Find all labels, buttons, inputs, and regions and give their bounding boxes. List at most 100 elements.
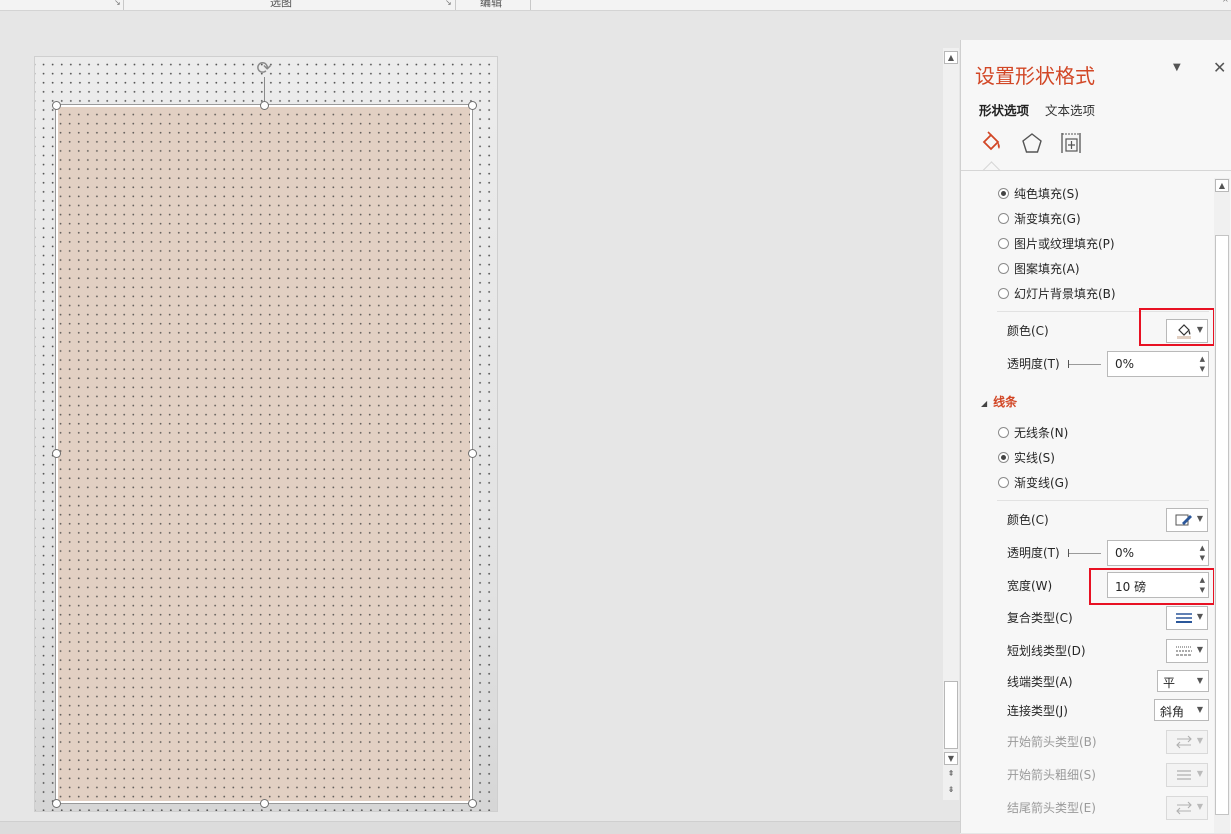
cap-type-select[interactable]: 平 ▼ [1157, 670, 1209, 692]
dash-type-label: 短划线类型(D) [1007, 644, 1086, 658]
arrow-size-icon [1177, 770, 1191, 780]
slide-vertical-scrollbar[interactable]: ▲ ▼ ⇞ ⇟ [943, 48, 959, 800]
fill-line-icon[interactable] [979, 131, 1003, 155]
ribbon-divider [530, 0, 531, 10]
status-bar-edge [0, 821, 960, 834]
begin-arrow-type-picker[interactable]: ▼ [1166, 730, 1208, 754]
spin-down-icon[interactable]: ▼ [1200, 365, 1205, 373]
close-icon[interactable]: ✕ [1213, 58, 1226, 77]
radio-icon[interactable] [998, 288, 1009, 299]
size-properties-icon[interactable] [1059, 131, 1083, 155]
radio-checked-icon[interactable] [998, 452, 1009, 463]
group-launcher-icon[interactable]: ↘ [114, 0, 121, 7]
chevron-down-icon: ▼ [1196, 802, 1203, 811]
cap-type-label: 线端类型(A) [1007, 675, 1073, 689]
radio-icon[interactable] [998, 238, 1009, 249]
radio-checked-icon[interactable] [998, 188, 1009, 199]
compound-type-picker[interactable]: ▼ [1166, 606, 1208, 630]
task-pane-options-icon[interactable]: ▼ [1173, 62, 1181, 73]
radio-solid-line[interactable]: 实线(S) [998, 449, 1055, 467]
line-width-label: 宽度(W) [1007, 579, 1053, 593]
fill-transparency-input[interactable]: 0% ▲ ▼ [1107, 351, 1209, 377]
pen-icon [1175, 514, 1192, 526]
rotate-handle-icon[interactable]: ⟳ [254, 59, 274, 79]
collapse-ribbon-icon[interactable]: ^ [1222, 0, 1229, 7]
radio-label: 图片或纹理填充(P) [1014, 237, 1115, 251]
next-slide-icon[interactable]: ⇟ [944, 784, 958, 797]
category-divider [961, 170, 1231, 171]
transparency-slider[interactable] [1069, 364, 1101, 365]
spin-up-icon[interactable]: ▲ [1200, 544, 1205, 552]
pane-vertical-scrollbar[interactable]: ▲ [1214, 178, 1230, 833]
radio-label: 无线条(N) [1014, 426, 1069, 440]
effects-pentagon-icon[interactable] [1020, 131, 1044, 155]
pane-title: 设置形状格式 [975, 64, 1095, 88]
selected-rectangle-shape[interactable] [55, 104, 473, 804]
ribbon-strip: ↘ 选图 ↘ 编辑 ^ [0, 0, 1231, 11]
line-transparency-label: 透明度(T) [1007, 546, 1060, 560]
radio-label: 幻灯片背景填充(B) [1014, 287, 1116, 301]
radio-icon[interactable] [998, 477, 1009, 488]
resize-handle-top-right[interactable] [468, 101, 477, 110]
line-color-label: 颜色(C) [1007, 513, 1049, 527]
radio-icon[interactable] [998, 427, 1009, 438]
tab-text-options[interactable]: 文本选项 [1045, 100, 1095, 119]
resize-handle-bottom-left[interactable] [52, 799, 61, 808]
radio-solid-fill[interactable]: 纯色填充(S) [998, 185, 1079, 203]
join-type-label: 连接类型(J) [1007, 704, 1068, 718]
previous-slide-icon[interactable]: ⇞ [944, 768, 958, 781]
slide-editing-area: ⟳ [0, 11, 940, 821]
end-arrow-type-picker[interactable]: ▼ [1166, 796, 1208, 820]
spin-up-icon[interactable]: ▲ [1200, 355, 1205, 363]
scroll-up-icon[interactable]: ▲ [944, 51, 958, 64]
highlight-box [1089, 568, 1215, 605]
resize-handle-bottom[interactable] [260, 799, 269, 808]
radio-pattern-fill[interactable]: 图案填充(A) [998, 260, 1080, 278]
ribbon-group-label-select: 选图 [270, 0, 292, 9]
resize-handle-right[interactable] [468, 449, 477, 458]
dash-type-picker[interactable]: ▼ [1166, 639, 1208, 663]
chevron-down-icon: ▼ [1196, 514, 1203, 523]
grid-dots [58, 107, 470, 801]
radio-label: 图案填充(A) [1014, 262, 1080, 276]
scroll-down-icon[interactable]: ▼ [944, 752, 958, 765]
radio-label: 渐变填充(G) [1014, 212, 1081, 226]
ribbon-divider [455, 0, 456, 10]
ribbon-group-label-edit: 编辑 [480, 0, 502, 9]
line-color-picker[interactable]: ▼ [1166, 508, 1208, 532]
chevron-down-icon: ▼ [1196, 676, 1203, 685]
format-shape-pane: 设置形状格式 ▼ ✕ 形状选项 文本选项 纯色填充(S) 渐变填充(G) 图片或… [960, 40, 1231, 833]
line-transparency-input[interactable]: 0% ▲ ▼ [1107, 540, 1209, 566]
resize-handle-left[interactable] [52, 449, 61, 458]
collapse-triangle-icon: ◢ [981, 399, 988, 408]
join-type-select[interactable]: 斜角 ▼ [1154, 699, 1209, 721]
spin-value: 0% [1115, 546, 1135, 560]
spin-down-icon[interactable]: ▼ [1200, 554, 1205, 562]
radio-slide-background-fill[interactable]: 幻灯片背景填充(B) [998, 285, 1116, 303]
arrow-types-icon [1176, 801, 1192, 815]
begin-arrow-type-label: 开始箭头类型(B) [1007, 735, 1097, 749]
radio-icon[interactable] [998, 213, 1009, 224]
scrollbar-thumb[interactable] [1215, 235, 1229, 815]
resize-handle-bottom-right[interactable] [468, 799, 477, 808]
radio-picture-texture-fill[interactable]: 图片或纹理填充(P) [998, 235, 1115, 253]
transparency-slider[interactable] [1069, 553, 1101, 554]
ribbon-divider [123, 0, 124, 10]
radio-icon[interactable] [998, 263, 1009, 274]
chevron-down-icon: ▼ [1196, 736, 1203, 745]
spin-value: 0% [1115, 357, 1135, 371]
tab-shape-options[interactable]: 形状选项 [979, 100, 1029, 119]
resize-handle-top-left[interactable] [52, 101, 61, 110]
radio-gradient-line[interactable]: 渐变线(G) [998, 474, 1069, 492]
resize-handle-top[interactable] [260, 101, 269, 110]
group-launcher-icon[interactable]: ↘ [445, 0, 452, 7]
radio-gradient-fill[interactable]: 渐变填充(G) [998, 210, 1081, 228]
begin-arrow-size-picker[interactable]: ▼ [1166, 763, 1208, 787]
scrollbar-thumb[interactable] [944, 681, 958, 749]
compound-lines-icon [1176, 613, 1192, 623]
lines-section-header[interactable]: ◢ 线条 [981, 393, 1017, 410]
chevron-down-icon: ▼ [1196, 645, 1203, 654]
scroll-up-icon[interactable]: ▲ [1215, 179, 1229, 192]
radio-label: 纯色填充(S) [1014, 187, 1079, 201]
radio-no-line[interactable]: 无线条(N) [998, 424, 1068, 442]
